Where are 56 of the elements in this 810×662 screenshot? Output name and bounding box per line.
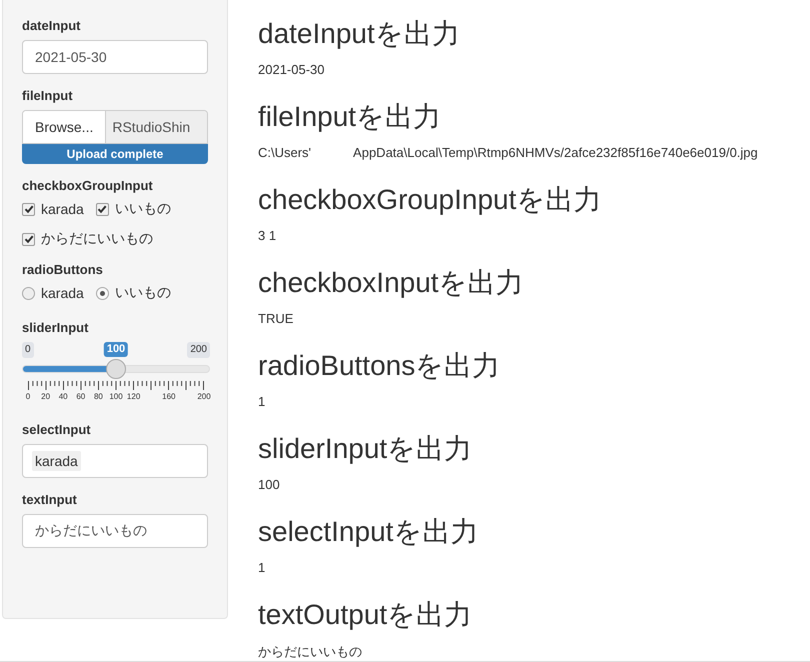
text-field[interactable]: からだにいいもの xyxy=(22,514,208,548)
tick-label: 100 xyxy=(109,392,123,401)
select-field[interactable]: karada xyxy=(22,444,208,478)
selected-item[interactable]: karada xyxy=(32,451,81,471)
tick-label: 40 xyxy=(58,392,68,401)
progress-text: Upload complete xyxy=(66,146,164,163)
output-heading: checkboxGroupInputを出力 xyxy=(258,183,602,217)
input-label: selectInput xyxy=(22,422,92,437)
output-text: AppData\Local\Temp\Rtmp6NHMVs/2afce232f85f16e740e6e019/0.jpg xyxy=(353,145,758,160)
tick-label: 120 xyxy=(126,392,140,401)
radio-button[interactable] xyxy=(96,286,109,300)
output-text: C:\Users' xyxy=(258,145,312,160)
tick-label: 20 xyxy=(41,392,50,401)
output-text: 2021-05-30 xyxy=(258,62,324,77)
output-text: 1 xyxy=(258,394,266,409)
output-heading: dateInputを出力 xyxy=(258,17,461,51)
tick-label: 160 xyxy=(162,392,176,401)
input-label: sliderInput xyxy=(22,320,90,335)
checkbox[interactable] xyxy=(22,202,35,216)
option-label: からだにいいもの xyxy=(41,230,153,248)
option-label: いいもの xyxy=(114,284,171,302)
option-label: いいもの xyxy=(114,200,171,218)
output-text: 3 1 xyxy=(258,228,276,243)
radio-button[interactable] xyxy=(22,286,35,300)
checkbox[interactable] xyxy=(96,202,109,216)
output-heading: selectInputを出力 xyxy=(258,515,480,549)
tick-label: 80 xyxy=(94,392,103,401)
file-field[interactable]: Browse... RStudioShin xyxy=(22,110,208,144)
file-name-field: RStudioShin xyxy=(106,111,207,143)
browse-button[interactable]: Browse... xyxy=(23,111,106,143)
output-heading: textOutputを出力 xyxy=(258,598,474,632)
slider[interactable] xyxy=(22,358,210,380)
min-badge: 0 xyxy=(22,342,34,358)
tick-label: 60 xyxy=(76,392,86,401)
tick-label: 200 xyxy=(197,392,211,401)
output-heading: radioButtonsを出力 xyxy=(258,349,502,383)
checkbox[interactable] xyxy=(22,232,35,246)
input-label: dateInput xyxy=(22,18,82,33)
value-badge: 100 xyxy=(104,342,128,357)
output-text: 100 xyxy=(258,477,280,492)
tick-label: 0 xyxy=(26,392,30,401)
input-label: radioButtons xyxy=(22,262,104,277)
max-badge: 200 xyxy=(187,342,210,358)
input-label: checkboxGroupInput xyxy=(22,178,154,193)
output-heading: checkboxInputを出力 xyxy=(258,266,525,300)
output-text: 1 xyxy=(258,560,266,575)
output-text: TRUE xyxy=(258,311,294,326)
option-label: karada xyxy=(41,201,84,217)
output-heading: sliderInputを出力 xyxy=(258,432,474,466)
output-text: からだにいいもの xyxy=(258,643,362,661)
input-label: fileInput xyxy=(22,88,74,103)
input-label: textInput xyxy=(22,492,78,507)
slider-handle[interactable] xyxy=(106,359,126,379)
date-field[interactable]: 2021-05-30 xyxy=(22,40,208,74)
output-heading: fileInputを出力 xyxy=(258,100,442,134)
option-label: karada xyxy=(41,285,84,301)
